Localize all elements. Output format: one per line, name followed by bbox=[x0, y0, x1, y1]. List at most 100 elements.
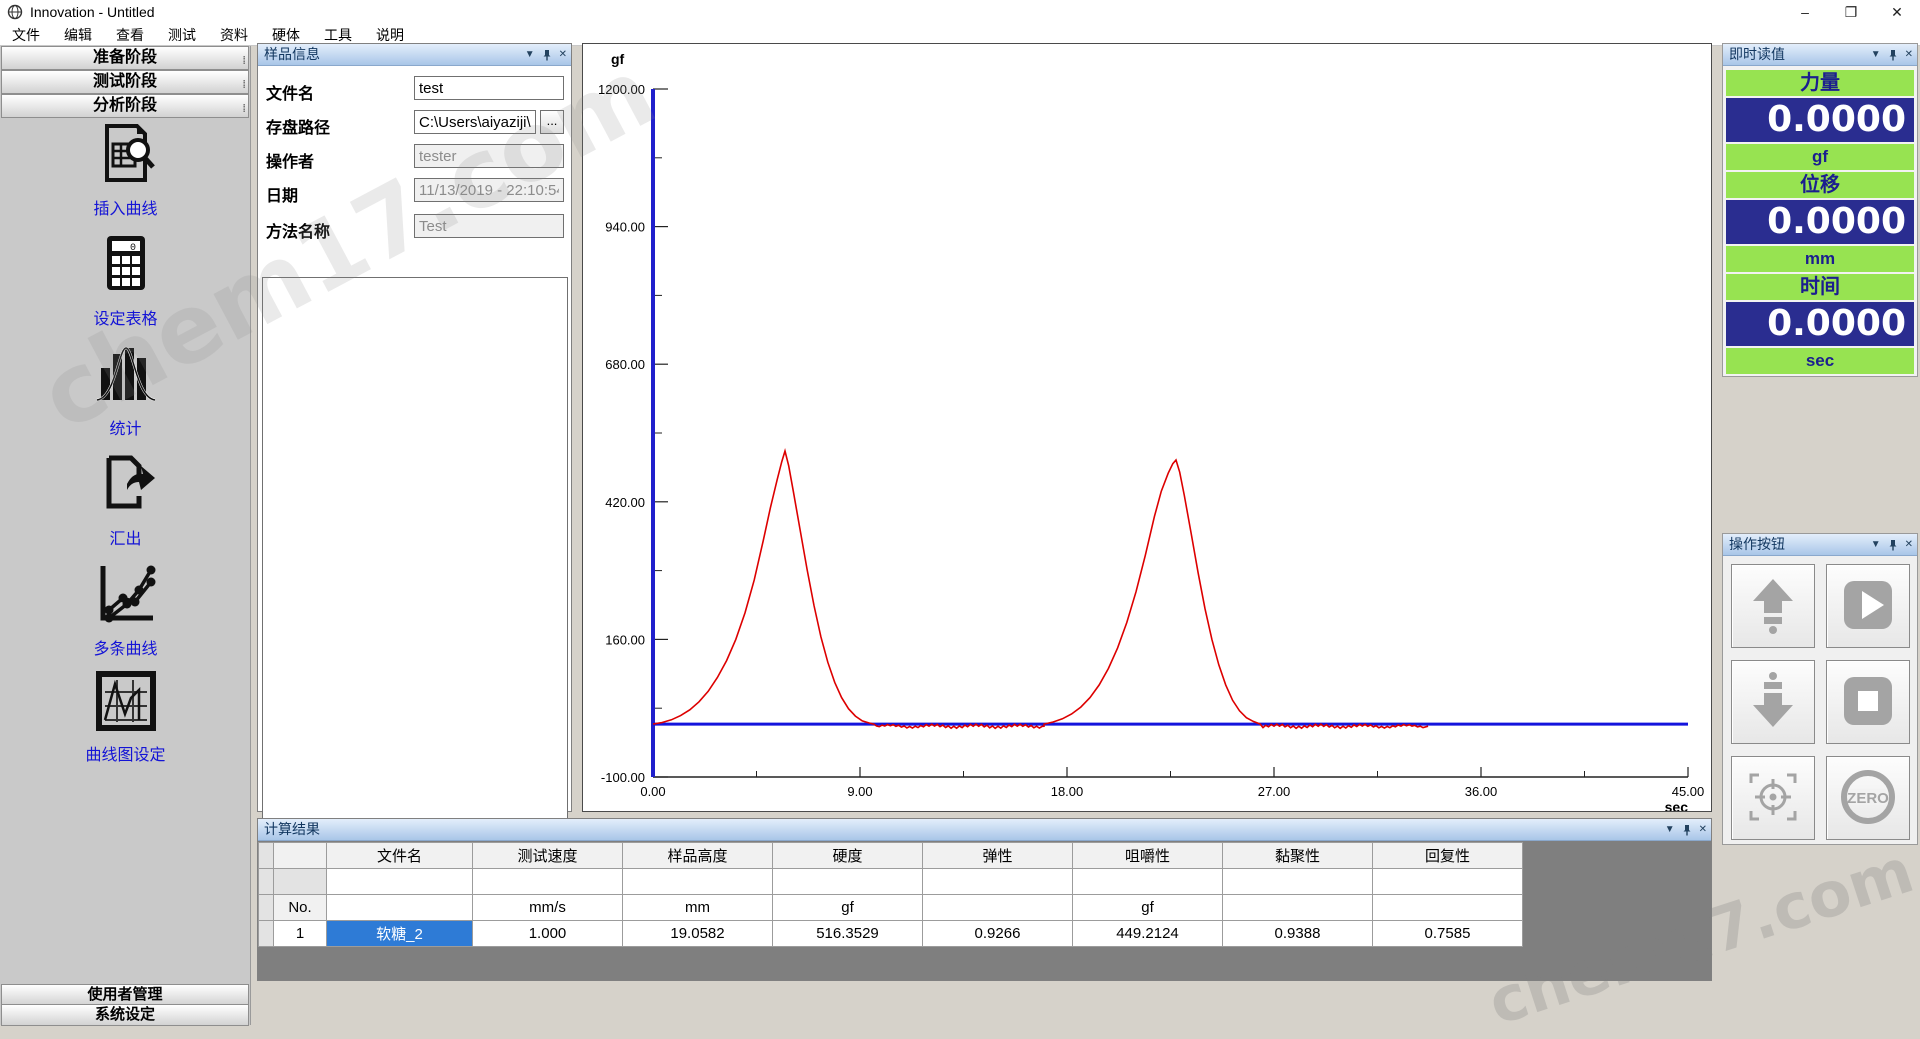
reading-value: 0.0000 bbox=[1726, 200, 1914, 244]
reading-0: 力量0.0000gf bbox=[1726, 70, 1914, 170]
probe-up-button[interactable] bbox=[1731, 564, 1815, 648]
notes-textarea[interactable] bbox=[262, 277, 568, 843]
collapse-icon[interactable]: ▼ bbox=[1871, 44, 1881, 66]
menu-item-4[interactable]: 资料 bbox=[208, 24, 260, 46]
tool-button-4[interactable]: 多条曲线 bbox=[0, 560, 251, 670]
browse-button[interactable]: ... bbox=[540, 110, 564, 134]
menu-item-2[interactable]: 查看 bbox=[104, 24, 156, 46]
target-button[interactable] bbox=[1731, 756, 1815, 840]
svg-text:36.00: 36.00 bbox=[1465, 784, 1498, 799]
sidebar-bottom-button-0[interactable]: 使用者管理 bbox=[1, 984, 249, 1006]
close-icon[interactable]: ✕ bbox=[559, 44, 567, 66]
run-button[interactable] bbox=[1826, 564, 1910, 648]
unit-cell bbox=[923, 895, 1073, 921]
zero-button[interactable]: ZERO bbox=[1826, 756, 1910, 840]
chart-panel: gf-100.00160.00420.00680.00940.001200.00… bbox=[582, 43, 1712, 812]
tool-button-3[interactable]: 汇出 bbox=[0, 450, 251, 560]
results-header: 计算结果 ▼ ✕ bbox=[258, 819, 1711, 841]
col-header-2[interactable]: 样品高度 bbox=[623, 843, 773, 869]
unit-cell: mm/s bbox=[473, 895, 623, 921]
field-input-3[interactable] bbox=[414, 178, 564, 202]
tool-label: 插入曲线 bbox=[0, 195, 251, 219]
collapse-icon[interactable]: ▼ bbox=[525, 44, 535, 66]
results-title: 计算结果 bbox=[264, 821, 320, 837]
readings-header: 即时读值 ▼ ✕ bbox=[1723, 44, 1917, 66]
value-cell: 0.9388 bbox=[1223, 921, 1373, 947]
stage-button-1[interactable]: 测试阶段⁞ bbox=[1, 70, 249, 94]
value-cell: 449.2124 bbox=[1073, 921, 1223, 947]
field-input-1[interactable] bbox=[414, 110, 536, 134]
field-input-0[interactable] bbox=[414, 76, 564, 100]
svg-text:45.00: 45.00 bbox=[1672, 784, 1705, 799]
unit-cell bbox=[1223, 895, 1373, 921]
svg-text:940.00: 940.00 bbox=[605, 220, 645, 235]
field-input-2[interactable] bbox=[414, 144, 564, 168]
svg-text:680.00: 680.00 bbox=[605, 357, 645, 372]
menu-item-0[interactable]: 文件 bbox=[0, 24, 52, 46]
reading-1: 位移0.0000mm bbox=[1726, 172, 1914, 272]
restore-button[interactable]: ❐ bbox=[1828, 0, 1874, 24]
insert-curve-icon bbox=[0, 120, 251, 191]
close-button[interactable]: ✕ bbox=[1874, 0, 1920, 24]
tool-label: 多条曲线 bbox=[0, 635, 251, 659]
pin-icon[interactable] bbox=[1682, 825, 1692, 836]
svg-text:27.00: 27.00 bbox=[1258, 784, 1291, 799]
svg-text:1200.00: 1200.00 bbox=[598, 82, 645, 97]
probe-down-button[interactable] bbox=[1731, 660, 1815, 744]
col-header-4[interactable]: 弹性 bbox=[923, 843, 1073, 869]
reading-unit: mm bbox=[1726, 246, 1914, 272]
result-row-0[interactable]: 1软糖_21.00019.0582516.35290.9266449.21240… bbox=[259, 921, 1523, 947]
menu-item-1[interactable]: 编辑 bbox=[52, 24, 104, 46]
field-label-2: 操作者 bbox=[266, 148, 314, 172]
stop-button[interactable] bbox=[1826, 660, 1910, 744]
col-header-5[interactable]: 咀嚼性 bbox=[1073, 843, 1223, 869]
arrow-down-icon bbox=[1732, 669, 1814, 733]
minimize-button[interactable]: – bbox=[1782, 0, 1828, 24]
file-name-cell[interactable]: 软糖_2 bbox=[327, 921, 473, 947]
realtime-readings-panel: 即时读值 ▼ ✕ 力量0.0000gf位移0.0000mm时间0.0000sec bbox=[1722, 43, 1918, 377]
tool-button-0[interactable]: 插入曲线 bbox=[0, 120, 251, 230]
col-header-7[interactable]: 回复性 bbox=[1373, 843, 1523, 869]
stage-button-2[interactable]: 分析阶段⁞ bbox=[1, 94, 249, 118]
col-header-3[interactable]: 硬度 bbox=[773, 843, 923, 869]
no-header: No. bbox=[274, 895, 327, 921]
force-time-chart: gf-100.00160.00420.00680.00940.001200.00… bbox=[583, 44, 1711, 811]
svg-text:9.00: 9.00 bbox=[847, 784, 872, 799]
unit-cell: mm bbox=[623, 895, 773, 921]
stop-icon bbox=[1827, 669, 1909, 733]
controls-header: 操作按钮 ▼ ✕ bbox=[1723, 534, 1917, 556]
close-icon[interactable]: ✕ bbox=[1699, 819, 1707, 841]
pin-icon[interactable] bbox=[1888, 540, 1898, 551]
field-label-3: 日期 bbox=[266, 182, 298, 206]
readings-title: 即时读值 bbox=[1729, 46, 1785, 62]
tool-label: 统计 bbox=[0, 415, 251, 439]
pin-icon[interactable] bbox=[542, 50, 552, 61]
close-icon[interactable]: ✕ bbox=[1905, 534, 1913, 556]
value-cell: 19.0582 bbox=[623, 921, 773, 947]
collapse-icon[interactable]: ▼ bbox=[1871, 534, 1881, 556]
results-table: 文件名测试速度样品高度硬度弹性咀嚼性黏聚性回复性No.mm/smmgfgf1软糖… bbox=[258, 842, 1523, 947]
zero-icon: ZERO bbox=[1827, 765, 1909, 829]
pin-icon[interactable] bbox=[1888, 50, 1898, 61]
reading-value: 0.0000 bbox=[1726, 98, 1914, 142]
field-input-4[interactable] bbox=[414, 214, 564, 238]
col-header-0[interactable]: 文件名 bbox=[327, 843, 473, 869]
tool-button-5[interactable]: 曲线图设定 bbox=[0, 670, 251, 780]
series-force bbox=[653, 451, 1428, 728]
tool-label: 曲线图设定 bbox=[0, 741, 251, 765]
col-header-6[interactable]: 黏聚性 bbox=[1223, 843, 1373, 869]
stage-button-0[interactable]: 准备阶段⁞ bbox=[1, 46, 249, 70]
collapse-icon[interactable]: ▼ bbox=[1665, 819, 1675, 841]
svg-text:ZERO: ZERO bbox=[1847, 790, 1889, 807]
close-icon[interactable]: ✕ bbox=[1905, 44, 1913, 66]
sidebar-bottom-button-1[interactable]: 系统设定 bbox=[1, 1004, 249, 1026]
value-cell: 0.9266 bbox=[923, 921, 1073, 947]
col-header-1[interactable]: 测试速度 bbox=[473, 843, 623, 869]
menu-item-3[interactable]: 测试 bbox=[156, 24, 208, 46]
calculation-results-panel: 计算结果 ▼ ✕ 文件名测试速度样品高度硬度弹性咀嚼性黏聚性回复性 No. mm/s… bbox=[257, 818, 1712, 981]
target-icon bbox=[1732, 765, 1814, 829]
window-title: Innovation - Untitled bbox=[30, 4, 155, 20]
tool-button-1[interactable]: 0设定表格 bbox=[0, 230, 251, 340]
reading-label: 力量 bbox=[1726, 70, 1914, 96]
tool-button-2[interactable]: 统计 bbox=[0, 340, 251, 450]
